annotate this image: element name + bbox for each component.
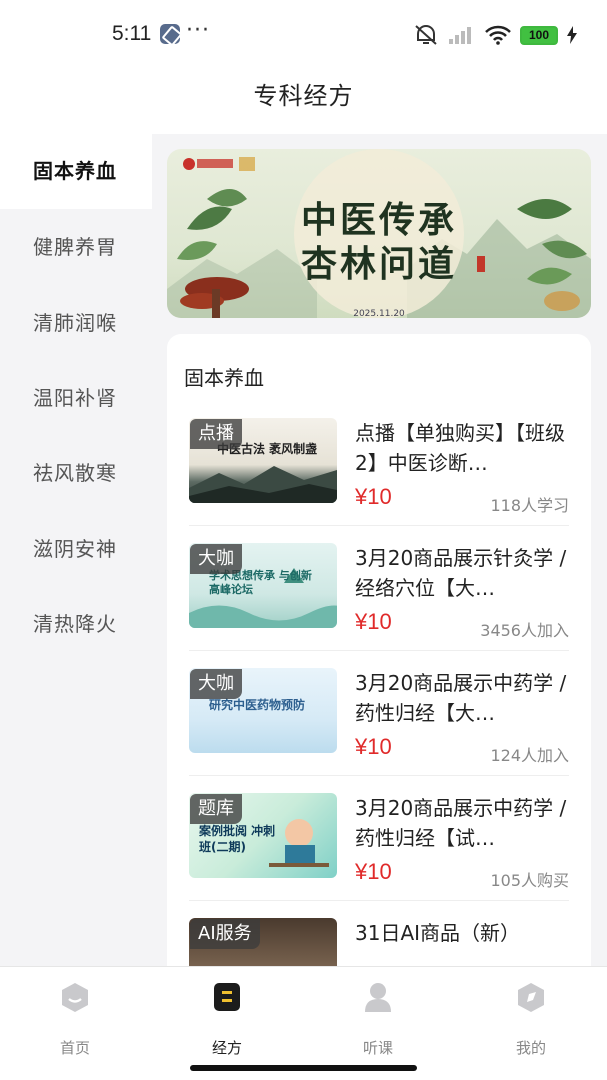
mute-icon — [415, 25, 437, 45]
course-tag: 点播 — [190, 419, 242, 449]
bottom-tab-bar: 首页 经方 听课 我的 — [0, 966, 607, 1080]
course-item[interactable]: 学术思想传承 与创新高峰论坛 大咖 3月20商品展示针灸学 / 经络穴位【大… … — [189, 543, 569, 668]
course-price: ¥10 — [355, 484, 392, 509]
banner-title-line2: 杏林问道 — [300, 243, 457, 285]
course-list-card: 固本养血 中医古法 袤风制盏 点播 点播【单独购买】【班级2】中医诊断… ¥10… — [167, 334, 591, 974]
course-price: ¥10 — [355, 609, 392, 634]
divider — [189, 525, 569, 526]
sidebar-item-wenyang[interactable]: 温阳补肾 — [0, 361, 152, 436]
course-item[interactable]: 中医古法 袤风制盏 点播 点播【单独购买】【班级2】中医诊断… ¥10 118人… — [189, 418, 569, 543]
course-price: ¥10 — [355, 734, 392, 759]
tab-label: 我的 — [515, 1039, 546, 1057]
more-dots-icon: ··· — [186, 18, 210, 43]
category-sidebar: 固本养血 健脾养胃 清肺润喉 温阳补肾 祛风散寒 滋阴安神 清热降火 — [0, 134, 152, 966]
sidebar-item-jianpi[interactable]: 健脾养胃 — [0, 210, 152, 285]
course-stat: 118人学习 — [490, 496, 569, 515]
tab-listen[interactable]: 听课 — [333, 981, 423, 1057]
course-tag: 大咖 — [190, 669, 242, 699]
status-time: 5:11 — [112, 22, 152, 45]
course-name: 3月20商品展示针灸学 / 经络穴位【大… — [355, 546, 567, 600]
course-stat: 105人购买 — [490, 871, 569, 890]
course-thumbnail: 研究中医药物预防 大咖 — [189, 668, 337, 753]
course-name: 3月20商品展示中药学 / 药性归经【大… — [355, 671, 567, 725]
course-name: 3月20商品展示中药学 / 药性归经【试… — [355, 796, 567, 850]
course-thumbnail: 中医古法 袤风制盏 点播 — [189, 418, 337, 503]
signal-icon — [449, 27, 471, 44]
banner-date: 2025.11.20 — [353, 309, 405, 318]
tab-mine[interactable]: 我的 — [486, 981, 576, 1057]
sidebar-item-ziyin[interactable]: 滋阴安神 — [0, 512, 152, 587]
sidebar-item-qingfei[interactable]: 清肺润喉 — [0, 286, 152, 361]
tab-home[interactable]: 首页 — [30, 981, 120, 1057]
home-indicator — [190, 1065, 417, 1071]
section-title: 固本养血 — [184, 366, 264, 390]
person-icon — [365, 983, 391, 1012]
sidebar-item-guben[interactable]: 固本养血 — [0, 134, 152, 209]
wrench-icon — [160, 24, 180, 44]
course-price: ¥10 — [355, 859, 392, 884]
course-item[interactable]: 案例批阅 冲刺班(二期) 题库 3月20商品展示中药学 / 药性归经【试… ¥1… — [189, 793, 569, 918]
tab-label: 经方 — [211, 1039, 242, 1057]
formula-icon — [214, 983, 240, 1011]
sidebar-item-qufeng[interactable]: 祛风散寒 — [0, 436, 152, 511]
thumbnail-caption: 案例批阅 冲刺班(二期) — [199, 824, 276, 854]
wifi-icon — [485, 25, 511, 45]
divider — [189, 900, 569, 901]
course-tag: 题库 — [190, 794, 242, 824]
page-title: 专科经方 — [253, 82, 354, 110]
home-icon — [62, 983, 88, 1012]
course-tag: AI服务 — [190, 919, 260, 949]
course-tag: 大咖 — [190, 544, 242, 574]
tab-label: 首页 — [59, 1039, 90, 1057]
status-bar: 5:11 ··· 100 — [0, 0, 607, 66]
battery-indicator: 100 — [520, 25, 558, 45]
status-icons: 100 — [413, 22, 577, 48]
header: 专科经方 — [0, 66, 607, 134]
divider — [189, 650, 569, 651]
course-thumbnail: 学术思想传承 与创新高峰论坛 大咖 — [189, 543, 337, 628]
tab-label: 听课 — [362, 1039, 393, 1057]
divider — [189, 775, 569, 776]
compass-icon — [518, 983, 544, 1012]
course-thumbnail: 案例批阅 冲刺班(二期) 题库 — [189, 793, 337, 878]
course-stat: 124人加入 — [490, 746, 569, 765]
charging-icon — [567, 26, 577, 44]
tab-formula[interactable]: 经方 — [182, 981, 272, 1057]
course-item[interactable]: 研究中医药物预防 大咖 3月20商品展示中药学 / 药性归经【大… ¥10 12… — [189, 668, 569, 793]
promo-banner[interactable]: 中医传承 杏林问道 2025.11.20 — [167, 149, 591, 318]
course-name: 点播【单独购买】【班级2】中医诊断… — [355, 421, 565, 475]
sidebar-item-qingre[interactable]: 清热降火 — [0, 587, 152, 662]
course-stat: 3456人加入 — [480, 621, 569, 640]
